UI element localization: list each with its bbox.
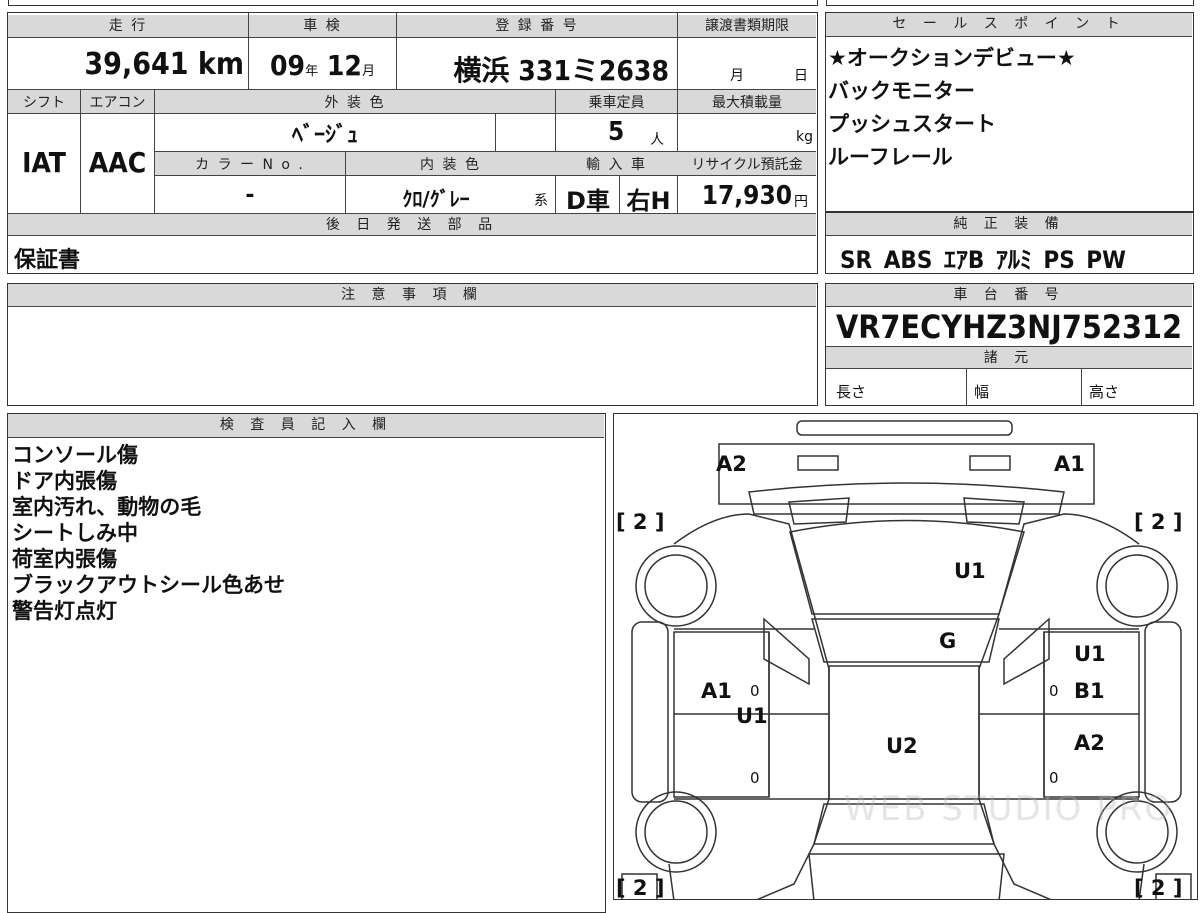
inspector-item: 警告灯点灯 (12, 599, 117, 623)
damage-mark-u1-left: U1 (736, 704, 768, 728)
interior-color-suffix: 系 (534, 193, 548, 209)
interior-color-value: ｸﾛ/ｸﾞﾚｰ (402, 187, 470, 211)
damage-mark-u1-right: U1 (1074, 642, 1106, 666)
inspector-item: 荷室内張傷 (12, 547, 117, 571)
transfer-month: 月 (730, 68, 744, 84)
damage-mark-u1-hood: U1 (954, 559, 986, 583)
inspector-item: コンソール傷 (12, 443, 138, 467)
genuine-equipment-value: SR ABS ｴｱB ｱﾙﾐ PS PW (840, 246, 1126, 274)
color-no-label: カ ラ ー N o . (195, 157, 305, 173)
sales-points-label: セ ー ル ス ポ イ ン ト (826, 13, 1192, 37)
damage-mark-g-windshield: G (939, 629, 957, 653)
damage-mark-u2-roof: U2 (886, 734, 918, 758)
shift-value: IAT (22, 146, 66, 179)
color-no-value: - (245, 183, 255, 208)
capacity-unit: 人 (650, 132, 664, 148)
exterior-color-value: ﾍﾞｰｼﾞｭ (291, 123, 358, 148)
inspection-year: 09 (270, 49, 306, 82)
sales-point-item: ★オークションデビュー★ (828, 46, 1076, 70)
width-label: 幅 (974, 383, 990, 401)
tire-depth-front-right: [ 2 ] (1134, 510, 1183, 534)
unit-month: 月 (361, 64, 375, 79)
inspection-label: 車 検 (249, 15, 396, 37)
car-damage-diagram: A2 A1 U1 G U1 B1 A2 A1 U1 U2 0 0 0 0 [ 2… (613, 413, 1198, 900)
registration-value: 横浜 331ミ2638 (453, 54, 669, 87)
max-load-label: 最大積載量 (712, 95, 782, 111)
sales-point-item: ルーフレール (828, 145, 953, 169)
capacity-value: 5 (608, 117, 625, 147)
notes-label: 注 意 事 項 欄 (8, 284, 816, 307)
shift-label: シフト (23, 95, 65, 111)
exterior-color-label: 外 装 色 (324, 95, 386, 111)
transfer-deadline-label: 譲渡書類期限 (678, 15, 816, 37)
damage-mark-b1-right: B1 (1074, 679, 1105, 703)
zero-mark: 0 (750, 769, 760, 787)
inspector-item: 室内汚れ、動物の毛 (12, 495, 202, 519)
mileage-value: 39,641 km (84, 47, 244, 82)
inspector-label: 検 査 員 記 入 欄 (8, 414, 604, 438)
zero-mark: 0 (750, 682, 760, 700)
sales-point-item: プッシュスタート (828, 112, 996, 136)
later-parts-label: 後 日 発 送 部 品 (8, 214, 816, 236)
handle-value: 右H (626, 187, 671, 215)
damage-mark-a2-right: A2 (1074, 731, 1105, 755)
damage-mark-a1-front: A1 (1054, 452, 1085, 476)
import-value: D車 (566, 187, 610, 215)
notes-box: 注 意 事 項 欄 (7, 283, 818, 406)
inspector-box: 検 査 員 記 入 欄 コンソール傷 ドア内張傷 室内汚れ、動物の毛 シートしみ… (7, 413, 606, 913)
inspection-month: 12 (326, 49, 362, 82)
registration-label: 登 録 番 号 (397, 15, 677, 37)
length-label: 長さ (836, 383, 867, 401)
top-stub-right (826, 0, 1194, 6)
tire-depth-rear-left: [ 2 ] (616, 876, 665, 900)
ac-label: エアコン (89, 95, 146, 111)
transfer-day: 日 (794, 68, 808, 84)
chassis-box: 車 台 番 号 VR7ECYHZ3NJ752312 諸 元 長さ 幅 高さ (825, 283, 1194, 406)
recycle-fee-value: 17,930 (701, 181, 792, 211)
watermark: WEB STUDIO PRO (844, 789, 1174, 829)
later-parts-value: 保証書 (14, 248, 81, 273)
zero-mark: 0 (1049, 769, 1059, 787)
height-label: 高さ (1089, 383, 1120, 401)
vehicle-info-table: 走 行 車 検 登 録 番 号 譲渡書類期限 39,641 km 09年 12月… (7, 12, 818, 274)
tire-depth-front-left: [ 2 ] (616, 510, 665, 534)
tire-depth-rear-right: [ 2 ] (1134, 876, 1183, 900)
chassis-number: VR7ECYHZ3NJ752312 (835, 308, 1183, 346)
genuine-equipment-label: 純 正 装 備 (826, 213, 1192, 236)
damage-mark-a1-left: A1 (701, 679, 732, 703)
inspection-date: 09年 12月 (249, 49, 396, 82)
damage-mark-a2-front: A2 (716, 452, 747, 476)
sales-points-box: セ ー ル ス ポ イ ン ト ★オークションデビュー★ バックモニター プッシ… (825, 12, 1194, 212)
recycle-fee-label: リサイクル預託金 (691, 157, 803, 173)
load-unit: kg (796, 129, 813, 145)
genuine-equipment-box: 純 正 装 備 SR ABS ｴｱB ｱﾙﾐ PS PW (825, 212, 1194, 274)
ac-value: AAC (88, 146, 147, 179)
unit-year: 年 (305, 64, 319, 79)
sales-point-item: バックモニター (828, 79, 975, 103)
specs-label: 諸 元 (826, 346, 1192, 369)
inspector-item: ブラックアウトシール色あせ (12, 573, 285, 597)
recycle-fee-unit: 円 (794, 194, 808, 210)
import-label: 輸 入 車 (586, 157, 647, 173)
capacity-label: 乗車定員 (588, 95, 645, 111)
top-stub-row (8, 0, 818, 6)
mileage-label: 走 行 (8, 15, 248, 37)
zero-mark: 0 (1049, 682, 1059, 700)
inspector-item: シートしみ中 (12, 521, 138, 545)
chassis-label: 車 台 番 号 (826, 284, 1192, 307)
interior-color-label: 内 装 色 (420, 157, 481, 173)
inspector-item: ドア内張傷 (12, 469, 117, 493)
